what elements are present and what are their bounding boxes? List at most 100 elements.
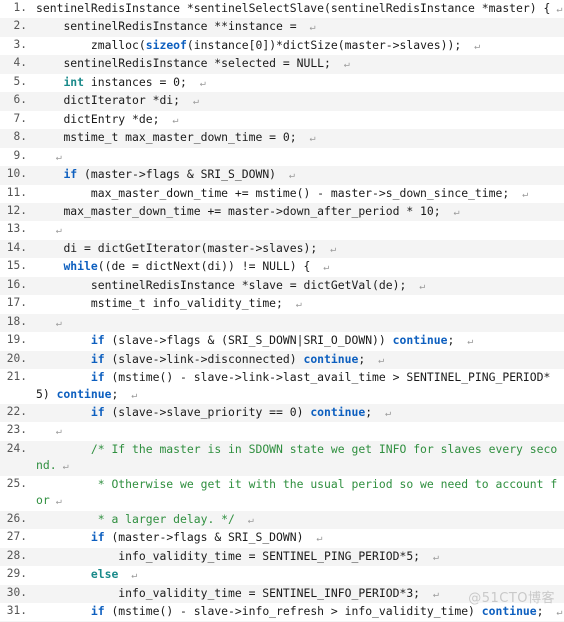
token-comment: /* If the master is in SDOWN state we ge… <box>36 441 558 473</box>
code-line[interactable]: 18. ↵ <box>0 313 564 333</box>
token-kw-blue: if <box>90 404 105 419</box>
token-comment: * a larger delay. */ <box>97 511 235 526</box>
line-content: sentinelRedisInstance *slave = dictGetVa… <box>31 277 564 295</box>
crlf-icon: ↵ <box>303 22 316 34</box>
line-number: 31. <box>6 603 27 617</box>
code-line[interactable]: 26. * a larger delay. */ ↵ <box>0 510 564 530</box>
token-kw-blue: if <box>90 370 105 385</box>
token-plain: mstime_t max_master_down_time = 0; <box>36 130 304 145</box>
line-content: info_validity_time = SENTINEL_PING_PERIO… <box>31 548 564 566</box>
line-number: 29. <box>6 567 27 581</box>
line-content: sentinelRedisInstance **instance = ↵ <box>31 18 564 36</box>
token-kw-teal: else <box>90 567 119 582</box>
line-content: if (mstime() - slave->link->last_avail_t… <box>31 369 564 404</box>
code-line[interactable]: 17. mstime_t info_validity_time; ↵ <box>0 295 564 314</box>
line-number: 6. <box>13 93 27 107</box>
token-kw-blue: if <box>90 530 105 545</box>
line-number: 4. <box>13 56 27 70</box>
code-line[interactable]: 16. sentinelRedisInstance *slave = dictG… <box>0 276 564 296</box>
code-line[interactable]: 20. if (slave->link->disconnected) conti… <box>0 350 564 370</box>
token-plain: (slave->slave_priority == 0) <box>104 404 311 419</box>
token-plain: (master->flags & SRI_S_DOWN) <box>104 530 311 545</box>
line-content: if (master->flags & SRI_S_DOWN) ↵ <box>31 529 564 547</box>
code-line[interactable]: 22. if (slave->slave_priority == 0) cont… <box>0 403 564 423</box>
code-line[interactable]: 29. else ↵ <box>0 566 564 585</box>
line-number: 27. <box>6 530 27 544</box>
code-line[interactable]: 2. sentinelRedisInstance **instance = ↵ <box>0 18 564 37</box>
code-line[interactable]: 8. mstime_t max_master_down_time = 0; ↵ <box>0 129 564 148</box>
line-content: if (slave->flags & (SRI_S_DOWN|SRI_O_DOW… <box>31 332 564 350</box>
line-content: else ↵ <box>31 566 564 584</box>
line-number: 17. <box>6 296 27 310</box>
crlf-icon: ↵ <box>426 588 439 600</box>
line-number: 18. <box>6 314 27 328</box>
crlf-icon: ↵ <box>461 336 474 348</box>
crlf-icon: ↵ <box>193 77 206 89</box>
line-number: 23. <box>6 423 27 437</box>
crlf-icon: ↵ <box>447 206 460 218</box>
crlf-icon: ↵ <box>426 551 439 563</box>
crlf-icon: ↵ <box>49 151 62 163</box>
line-number: 12. <box>6 203 27 217</box>
code-line[interactable]: 13. ↵ <box>0 221 564 240</box>
token-kw-teal: int <box>63 74 85 89</box>
code-line[interactable]: 21. if (mstime() - slave->link->last_ava… <box>0 369 564 404</box>
line-number: 15. <box>6 259 27 273</box>
line-number: 13. <box>6 222 27 236</box>
code-line-list[interactable]: 1. sentinelRedisInstance *sentinelSelectS… <box>0 0 564 622</box>
crlf-icon: ↵ <box>303 133 316 145</box>
token-plain: sentinelRedisInstance **instance = <box>36 19 304 34</box>
crlf-icon: ↵ <box>56 461 69 473</box>
code-line[interactable]: 6. dictIterator *di; ↵ <box>0 92 564 111</box>
line-content: int instances = 0; ↵ <box>31 74 564 92</box>
line-content: sentinelRedisInstance *selected = NULL; … <box>31 55 564 73</box>
line-content: dictIterator *di; ↵ <box>31 92 564 110</box>
token-plain: max_master_down_time += master->down_aft… <box>36 203 448 218</box>
token-plain: ; <box>536 603 551 618</box>
crlf-icon: ↵ <box>49 496 62 508</box>
token-plain: (master->flags & SRI_S_DOWN) <box>77 167 283 182</box>
token-kw-blue: if <box>90 333 105 348</box>
line-content: zmalloc(sizeof(instance[0])*dictSize(mas… <box>31 37 564 55</box>
crlf-icon: ↵ <box>166 114 179 126</box>
token-plain: (instance[0])*dictSize(master->slaves)); <box>186 37 469 52</box>
code-line[interactable]: 28. info_validity_time = SENTINEL_PING_P… <box>0 547 564 567</box>
code-line[interactable]: 27. if (master->flags & SRI_S_DOWN) ↵ <box>0 529 564 548</box>
code-line[interactable]: 10. if (master->flags & SRI_S_DOWN) ↵ <box>0 166 564 185</box>
token-kw-blue: continue <box>481 603 537 618</box>
line-content: di = dictGetIterator(master->slaves); ↵ <box>31 240 564 258</box>
crlf-icon: ↵ <box>550 606 563 618</box>
code-line[interactable]: 1. sentinelRedisInstance *sentinelSelectS… <box>0 0 564 19</box>
code-line[interactable]: 23. ↵ <box>0 422 564 441</box>
code-line[interactable]: 11. max_master_down_time += mstime() - m… <box>0 184 564 203</box>
crlf-icon: ↵ <box>186 96 199 108</box>
code-line[interactable]: 7. dictEntry *de; ↵ <box>0 110 564 130</box>
code-line[interactable]: 9. ↵ <box>0 147 564 167</box>
token-kw-blue: continue <box>303 351 359 366</box>
code-line[interactable]: 25. * Otherwise we get it with the usual… <box>0 475 564 511</box>
token-plain: ; <box>447 333 462 348</box>
line-content: ↵ <box>31 148 564 166</box>
line-content: ↵ <box>31 422 564 440</box>
crlf-icon: ↵ <box>413 280 426 292</box>
line-content: mstime_t info_validity_time; ↵ <box>31 295 564 313</box>
code-line[interactable]: 12. max_master_down_time += master->down… <box>0 202 564 222</box>
code-line[interactable]: 19. if (slave->flags & (SRI_S_DOWN|SRI_O… <box>0 332 564 351</box>
code-line[interactable]: 15. while((de = dictNext(di)) != NULL) {… <box>0 258 564 277</box>
code-line[interactable]: 5. int instances = 0; ↵ <box>0 73 564 93</box>
code-line[interactable]: 4. sentinelRedisInstance *selected = NUL… <box>0 55 564 74</box>
line-number: 14. <box>6 240 27 254</box>
code-line[interactable]: 3. zmalloc(sizeof(instance[0])*dictSize(… <box>0 36 564 56</box>
crlf-icon: ↵ <box>337 59 350 71</box>
code-line[interactable]: 14. di = dictGetIterator(master->slaves)… <box>0 239 564 259</box>
code-line[interactable]: 24. /* If the master is in SDOWN state w… <box>0 440 564 476</box>
token-plain: (slave->flags & (SRI_S_DOWN|SRI_O_DOWN)) <box>104 333 393 348</box>
line-content: max_master_down_time += mstime() - maste… <box>31 185 564 203</box>
